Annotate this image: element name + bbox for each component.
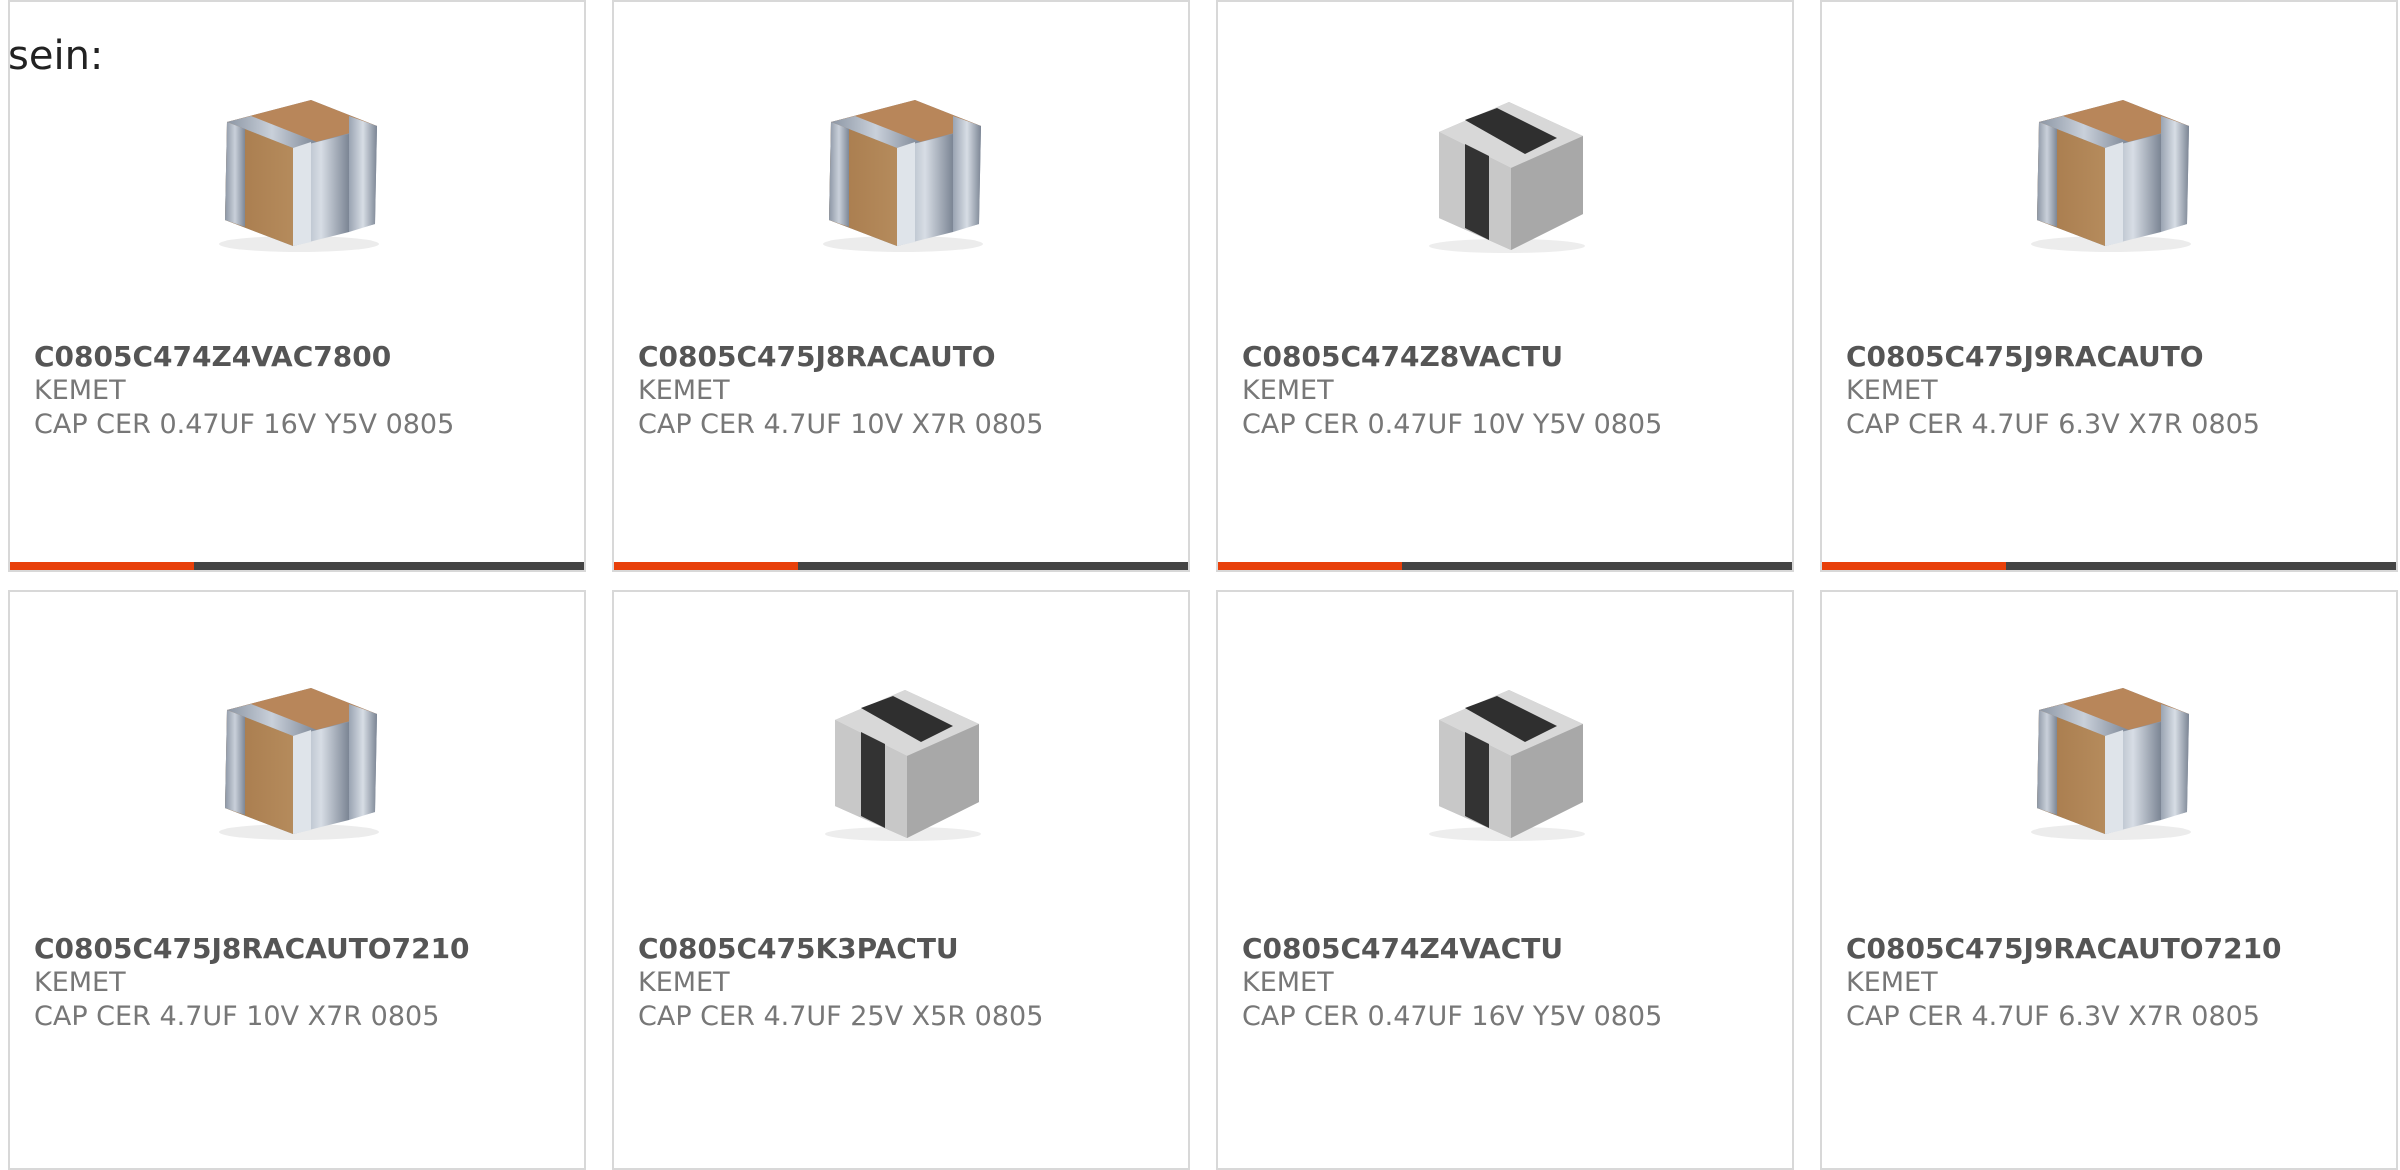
description: CAP CER 4.7UF 25V X5R 0805 [638,1001,1044,1032]
part-number-link[interactable]: C0805C475K3PACTU [638,932,1178,966]
product-card[interactable]: C0805C475J8RACAUTO KEMET CAP CER 4.7UF 1… [612,0,1190,572]
product-card[interactable]: C0805C475J9RACAUTO KEMET CAP CER 4.7UF 6… [1820,0,2398,572]
progress-fill [1822,562,2006,570]
capacitor-chip-image[interactable] [2011,662,2211,862]
product-card[interactable]: C0805C474Z8VACTU KEMET CAP CER 0.47UF 10… [1216,0,1794,572]
manufacturer: KEMET [1846,375,1938,406]
capacitor-chip-image[interactable] [2011,74,2211,274]
part-number-link[interactable]: C0805C474Z8VACTU [1242,340,1782,374]
manufacturer: KEMET [1846,967,1938,998]
manufacturer: KEMET [638,967,730,998]
description: CAP CER 4.7UF 10V X7R 0805 [34,1001,440,1032]
progress-bar [614,562,1188,570]
intro-text: sein: [8,33,104,79]
part-number-link[interactable]: C0805C474Z4VAC7800 [34,340,574,374]
product-card[interactable]: C0805C474Z4VACTU KEMET CAP CER 0.47UF 16… [1216,590,1794,1170]
progress-fill [614,562,798,570]
manufacturer: KEMET [1242,375,1334,406]
capacitor-chip-image[interactable] [199,74,399,274]
capacitor-chip-image[interactable] [199,662,399,862]
part-number-link[interactable]: C0805C474Z4VACTU [1242,932,1782,966]
capacitor-chip-image[interactable] [803,662,1003,862]
capacitor-chip-image[interactable] [1407,74,1607,274]
description: CAP CER 4.7UF 6.3V X7R 0805 [1846,409,2260,440]
progress-bar [10,562,584,570]
part-number-link[interactable]: C0805C475J8RACAUTO [638,340,1178,374]
manufacturer: KEMET [34,375,126,406]
progress-fill [1218,562,1402,570]
capacitor-chip-image[interactable] [803,74,1003,274]
product-card[interactable]: C0805C475J8RACAUTO7210 KEMET CAP CER 4.7… [8,590,586,1170]
progress-bar [1822,562,2396,570]
progress-fill [10,562,194,570]
manufacturer: KEMET [638,375,730,406]
part-number-link[interactable]: C0805C475J9RACAUTO7210 [1846,932,2386,966]
description: CAP CER 4.7UF 6.3V X7R 0805 [1846,1001,2260,1032]
part-number-link[interactable]: C0805C475J8RACAUTO7210 [34,932,574,966]
description: CAP CER 4.7UF 10V X7R 0805 [638,409,1044,440]
description: CAP CER 0.47UF 16V Y5V 0805 [1242,1001,1663,1032]
manufacturer: KEMET [1242,967,1334,998]
product-card[interactable]: C0805C475K3PACTU KEMET CAP CER 4.7UF 25V… [612,590,1190,1170]
part-number-link[interactable]: C0805C475J9RACAUTO [1846,340,2386,374]
progress-bar [1218,562,1792,570]
description: CAP CER 0.47UF 16V Y5V 0805 [34,409,455,440]
description: CAP CER 0.47UF 10V Y5V 0805 [1242,409,1663,440]
product-card[interactable]: C0805C475J9RACAUTO7210 KEMET CAP CER 4.7… [1820,590,2398,1170]
capacitor-chip-image[interactable] [1407,662,1607,862]
manufacturer: KEMET [34,967,126,998]
